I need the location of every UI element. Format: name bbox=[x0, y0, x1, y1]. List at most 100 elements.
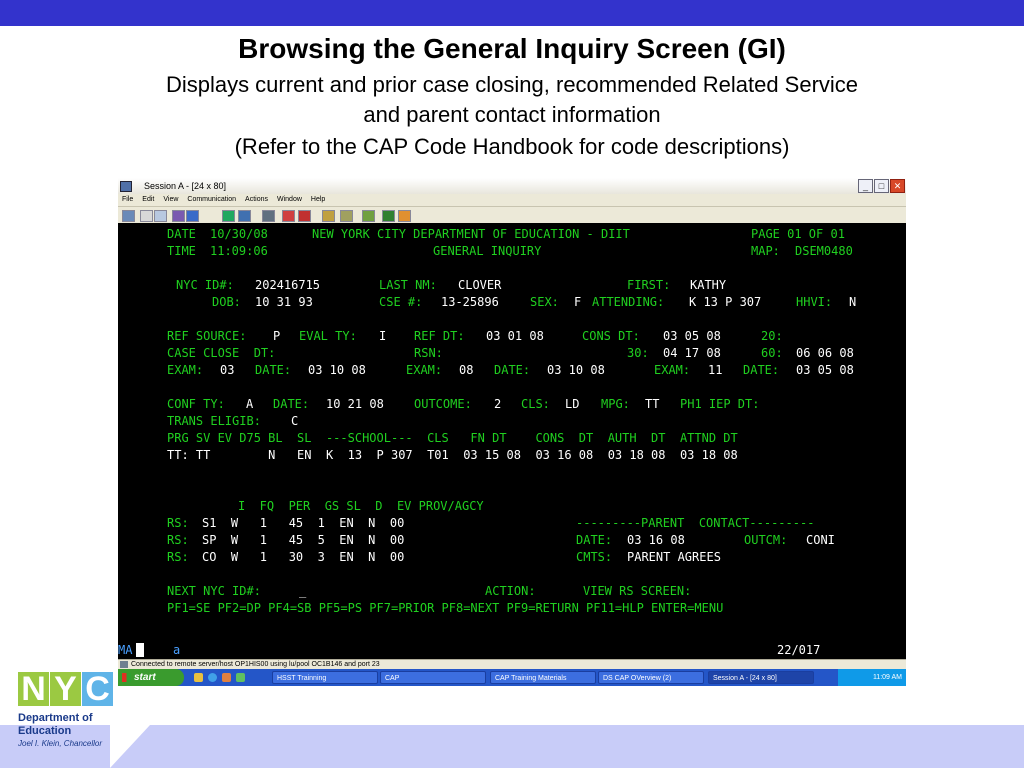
cls-value: LD bbox=[565, 397, 580, 411]
taskbar-item-cap[interactable]: CAP bbox=[380, 671, 486, 684]
window-titlebar[interactable]: Session A - [24 x 80] _ □ ✕ bbox=[118, 178, 906, 195]
nyc-logo-letters: NYC bbox=[18, 672, 118, 712]
time-label: TIME bbox=[167, 244, 196, 258]
play-icon[interactable] bbox=[322, 210, 335, 222]
day30-value: 04 17 08 bbox=[663, 346, 721, 360]
record-icon[interactable] bbox=[282, 210, 295, 222]
taskbar-item-hsst-trainning[interactable]: HSST Trainning bbox=[272, 671, 378, 684]
hhvi-value: N bbox=[849, 295, 857, 309]
close-icon[interactable]: ✕ bbox=[890, 179, 905, 193]
rs3-label: RS: bbox=[167, 550, 189, 564]
ph1-iep-date-label: PH1 IEP DT: bbox=[680, 397, 760, 411]
keyboard-icon[interactable] bbox=[238, 210, 251, 222]
slide-subtitle-line-1: Displays current and prior case closing,… bbox=[165, 72, 859, 97]
time-value: 11:09:06 bbox=[210, 244, 268, 258]
chancellor-name: Joel I. Klein, Chancellor bbox=[18, 739, 103, 748]
media-icon[interactable] bbox=[222, 673, 231, 682]
outcome-code-value: CONI bbox=[806, 533, 835, 547]
conf-type-value: A bbox=[246, 397, 254, 411]
date-value: 10/30/08 bbox=[210, 227, 268, 241]
maximize-icon[interactable]: □ bbox=[874, 179, 889, 193]
window-title: Session A - [24 x 80] bbox=[144, 181, 227, 191]
connect-icon[interactable] bbox=[382, 210, 395, 222]
print-screen-icon[interactable] bbox=[122, 210, 135, 222]
day60-value: 06 06 08 bbox=[796, 346, 854, 360]
exam2-value: 08 bbox=[459, 363, 474, 377]
desktop-icon[interactable] bbox=[236, 673, 245, 682]
rs3-row: CO W 1 30 3 EN N 00 bbox=[202, 550, 405, 564]
terminal-screen[interactable]: DATE 10/30/08 NEW YORK CITY DEPARTMENT O… bbox=[118, 223, 906, 641]
menu-window[interactable]: Window bbox=[277, 196, 302, 203]
exam1-label: EXAM: bbox=[167, 363, 204, 377]
nyc-id-label: NYC ID#: bbox=[176, 278, 234, 292]
windows-taskbar: start HSST Trainning CAP CAP Training Ma… bbox=[118, 669, 906, 686]
map-label: MAP: bbox=[751, 244, 780, 258]
minimize-icon[interactable]: _ bbox=[858, 179, 873, 193]
cons-date-label: CONS DT: bbox=[582, 329, 640, 343]
menu-help[interactable]: Help bbox=[311, 196, 325, 203]
quicklaunch-icon[interactable] bbox=[194, 673, 203, 682]
disconnect-icon[interactable] bbox=[362, 210, 375, 222]
operator-info-area: MA a 22/017 bbox=[118, 641, 906, 659]
browser-icon[interactable] bbox=[208, 673, 217, 682]
menu-edit[interactable]: Edit bbox=[142, 196, 154, 203]
clock[interactable]: 11:09 AM bbox=[873, 674, 902, 681]
settings-icon[interactable] bbox=[340, 210, 353, 222]
attending-label: ATTENDING: bbox=[592, 295, 665, 309]
taskbar-item-ds-cap-overview[interactable]: DS CAP OVerview (2) bbox=[598, 671, 704, 684]
case-close-label: CASE CLOSE DT: bbox=[167, 346, 276, 360]
comments-value: PARENT AGREES bbox=[627, 550, 721, 564]
program-table-header: PRG SV EV D75 BL SL ---SCHOOL--- CLS FN … bbox=[167, 431, 738, 445]
toolbar bbox=[118, 206, 906, 224]
sex-label: SEX: bbox=[530, 295, 559, 309]
stop-icon[interactable] bbox=[298, 210, 311, 222]
ref-date-value: 03 01 08 bbox=[486, 329, 544, 343]
menu-file[interactable]: File bbox=[122, 196, 133, 203]
date-label: DATE bbox=[167, 227, 196, 241]
taskbar-item-cap-training-materials[interactable]: CAP Training Materials bbox=[490, 671, 596, 684]
conf-type-label: CONF TY: bbox=[167, 397, 225, 411]
macro-icon[interactable] bbox=[262, 210, 275, 222]
display-icon[interactable] bbox=[222, 210, 235, 222]
mpg-label: MPG: bbox=[601, 397, 630, 411]
menu-bar: File Edit View Communication Actions Window He… bbox=[118, 194, 906, 206]
department-name-logo: Department of Education bbox=[18, 712, 93, 738]
help-icon[interactable] bbox=[398, 210, 411, 222]
first-name-value: KATHY bbox=[690, 278, 727, 292]
sex-value: F bbox=[574, 295, 582, 309]
next-nyc-id-input[interactable]: _ bbox=[299, 584, 306, 598]
outcome-value: 2 bbox=[494, 397, 502, 411]
day60-label: 60: bbox=[761, 346, 783, 360]
screen-name: GENERAL INQUIRY bbox=[433, 244, 542, 258]
last-name-value: CLOVER bbox=[458, 278, 502, 292]
parent-date-value: 03 16 08 bbox=[627, 533, 685, 547]
ref-date-label: REF DT: bbox=[414, 329, 465, 343]
bottom-decorative-band bbox=[0, 725, 1024, 768]
menu-actions[interactable]: Actions bbox=[245, 196, 268, 203]
first-name-label: FIRST: bbox=[627, 278, 671, 292]
eval-type-label: EVAL TY: bbox=[299, 329, 357, 343]
dept-line-2: Education bbox=[18, 725, 72, 737]
action-label[interactable]: ACTION: bbox=[485, 584, 536, 598]
dob-label: DOB: bbox=[212, 295, 241, 309]
receive-file-icon[interactable] bbox=[186, 210, 199, 222]
top-accent-bar bbox=[0, 0, 1024, 26]
next-nyc-id-label: NEXT NYC ID#: bbox=[167, 584, 261, 598]
logo-letter-n: N bbox=[18, 672, 49, 706]
slide-subtitle-line-3: (Refer to the CAP Code Handbook for code… bbox=[234, 134, 790, 159]
copy-icon[interactable] bbox=[140, 210, 153, 222]
view-rs-screen-label[interactable]: VIEW RS SCREEN: bbox=[583, 584, 691, 598]
paste-icon[interactable] bbox=[154, 210, 167, 222]
rs-table-header: I FQ PER GS SL D EV PROV/AGCY bbox=[238, 499, 484, 513]
dob-value: 10 31 93 bbox=[255, 295, 313, 309]
menu-communication[interactable]: Communication bbox=[187, 196, 236, 203]
hhvi-label: HHVI: bbox=[796, 295, 833, 309]
parent-contact-header: ---------PARENT CONTACT--------- bbox=[576, 516, 815, 530]
rs2-row: SP W 1 45 5 EN N 00 bbox=[202, 533, 405, 547]
comments-label: CMTS: bbox=[576, 550, 613, 564]
exam2-date-value: 03 10 08 bbox=[547, 363, 605, 377]
eval-type-value: I bbox=[379, 329, 387, 343]
send-file-icon[interactable] bbox=[172, 210, 185, 222]
taskbar-item-session-a[interactable]: Session A - [24 x 80] bbox=[708, 671, 814, 684]
menu-view[interactable]: View bbox=[163, 196, 178, 203]
